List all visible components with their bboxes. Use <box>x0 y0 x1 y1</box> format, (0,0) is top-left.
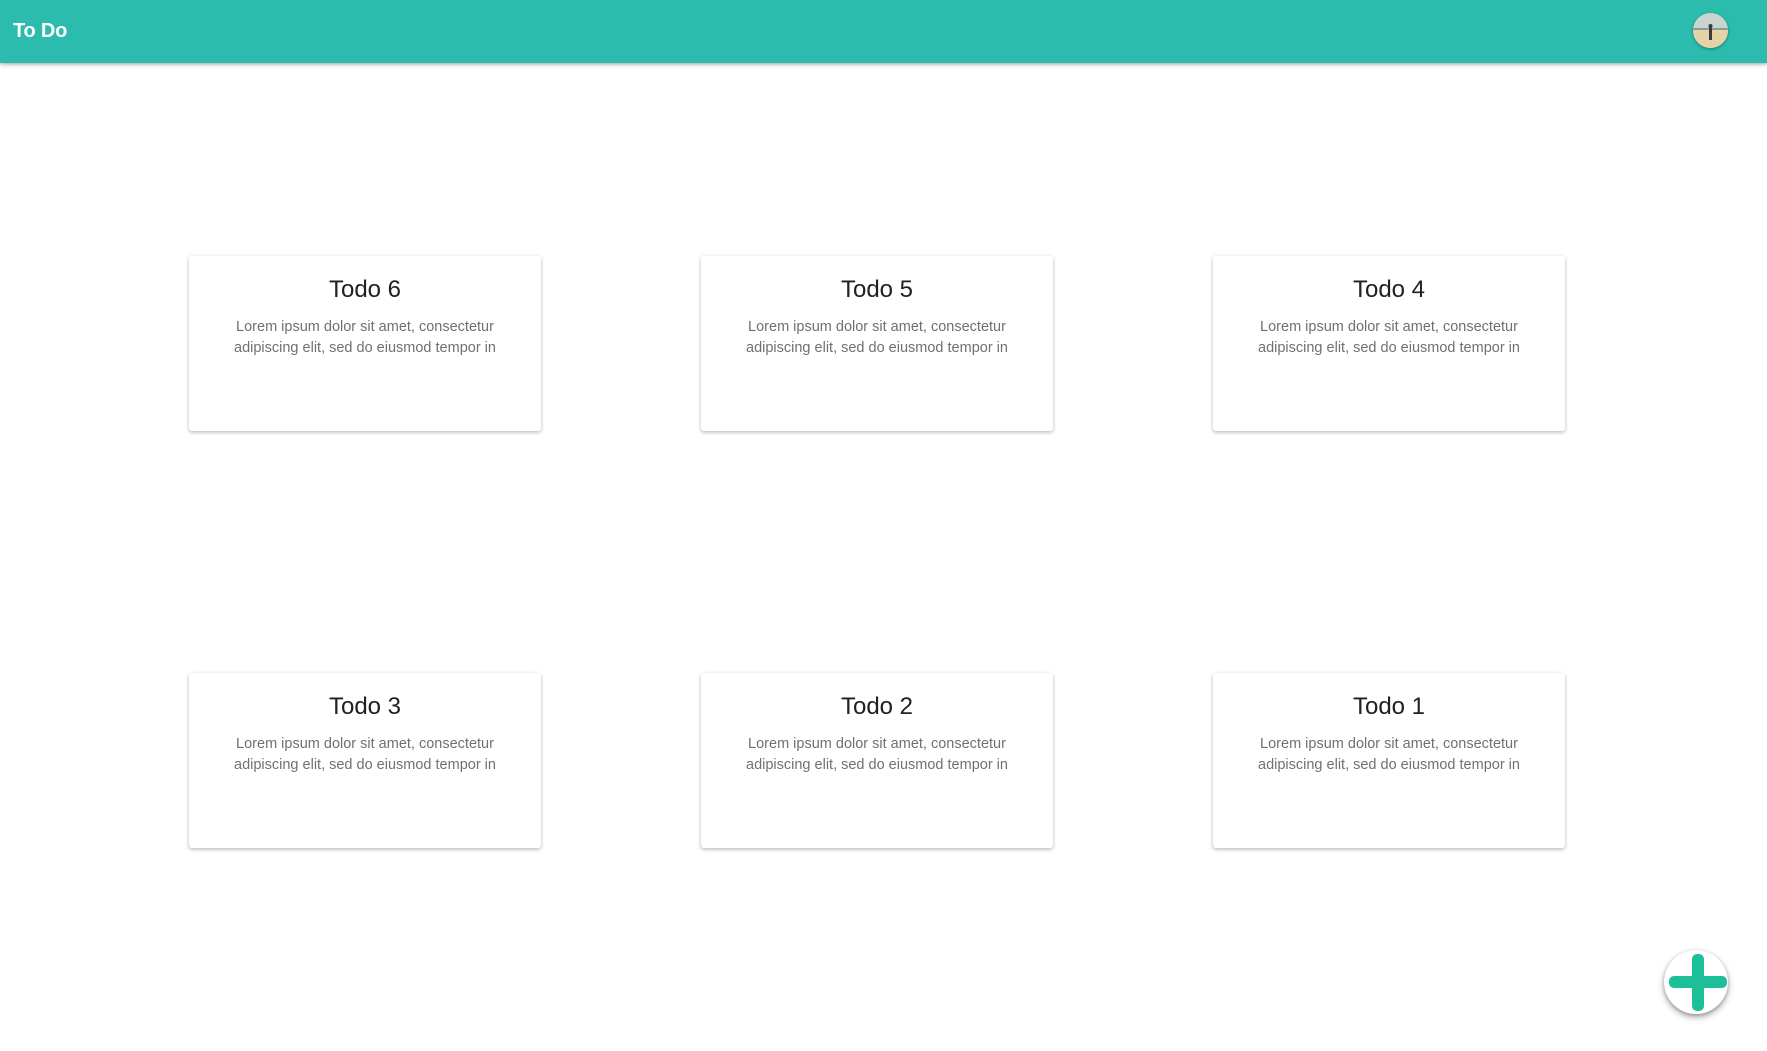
todo-card[interactable]: Todo 6 Lorem ipsum dolor sit amet, conse… <box>189 256 541 431</box>
add-todo-button[interactable] <box>1664 950 1728 1014</box>
avatar-image <box>1693 13 1728 48</box>
user-avatar[interactable] <box>1693 13 1728 48</box>
app-title: To Do <box>13 20 68 42</box>
todo-card[interactable]: Todo 2 Lorem ipsum dolor sit amet, conse… <box>701 673 1053 848</box>
todo-title: Todo 3 <box>328 693 402 720</box>
todo-card[interactable]: Todo 5 Lorem ipsum dolor sit amet, conse… <box>701 256 1053 431</box>
plus-icon <box>1669 954 1727 1011</box>
todo-card[interactable]: Todo 4 Lorem ipsum dolor sit amet, conse… <box>1213 256 1565 431</box>
todo-title: Todo 5 <box>840 276 914 303</box>
todo-description: Lorem ipsum dolor sit amet, consectetur … <box>1258 319 1520 356</box>
todo-description: Lorem ipsum dolor sit amet, consectetur … <box>746 736 1008 773</box>
app-bar: To Do <box>0 0 1767 63</box>
todo-title: Todo 1 <box>1352 693 1426 720</box>
todo-title: Todo 4 <box>1352 276 1426 303</box>
todo-card[interactable]: Todo 3 Lorem ipsum dolor sit amet, conse… <box>189 673 541 848</box>
todo-title: Todo 2 <box>840 693 914 720</box>
todo-card[interactable]: Todo 1 Lorem ipsum dolor sit amet, conse… <box>1213 673 1565 848</box>
todo-description: Lorem ipsum dolor sit amet, consectetur … <box>234 736 496 773</box>
todo-title: Todo 6 <box>328 276 402 303</box>
todo-description: Lorem ipsum dolor sit amet, consectetur … <box>1258 736 1520 773</box>
todo-description: Lorem ipsum dolor sit amet, consectetur … <box>746 319 1008 356</box>
todo-description: Lorem ipsum dolor sit amet, consectetur … <box>234 319 496 356</box>
